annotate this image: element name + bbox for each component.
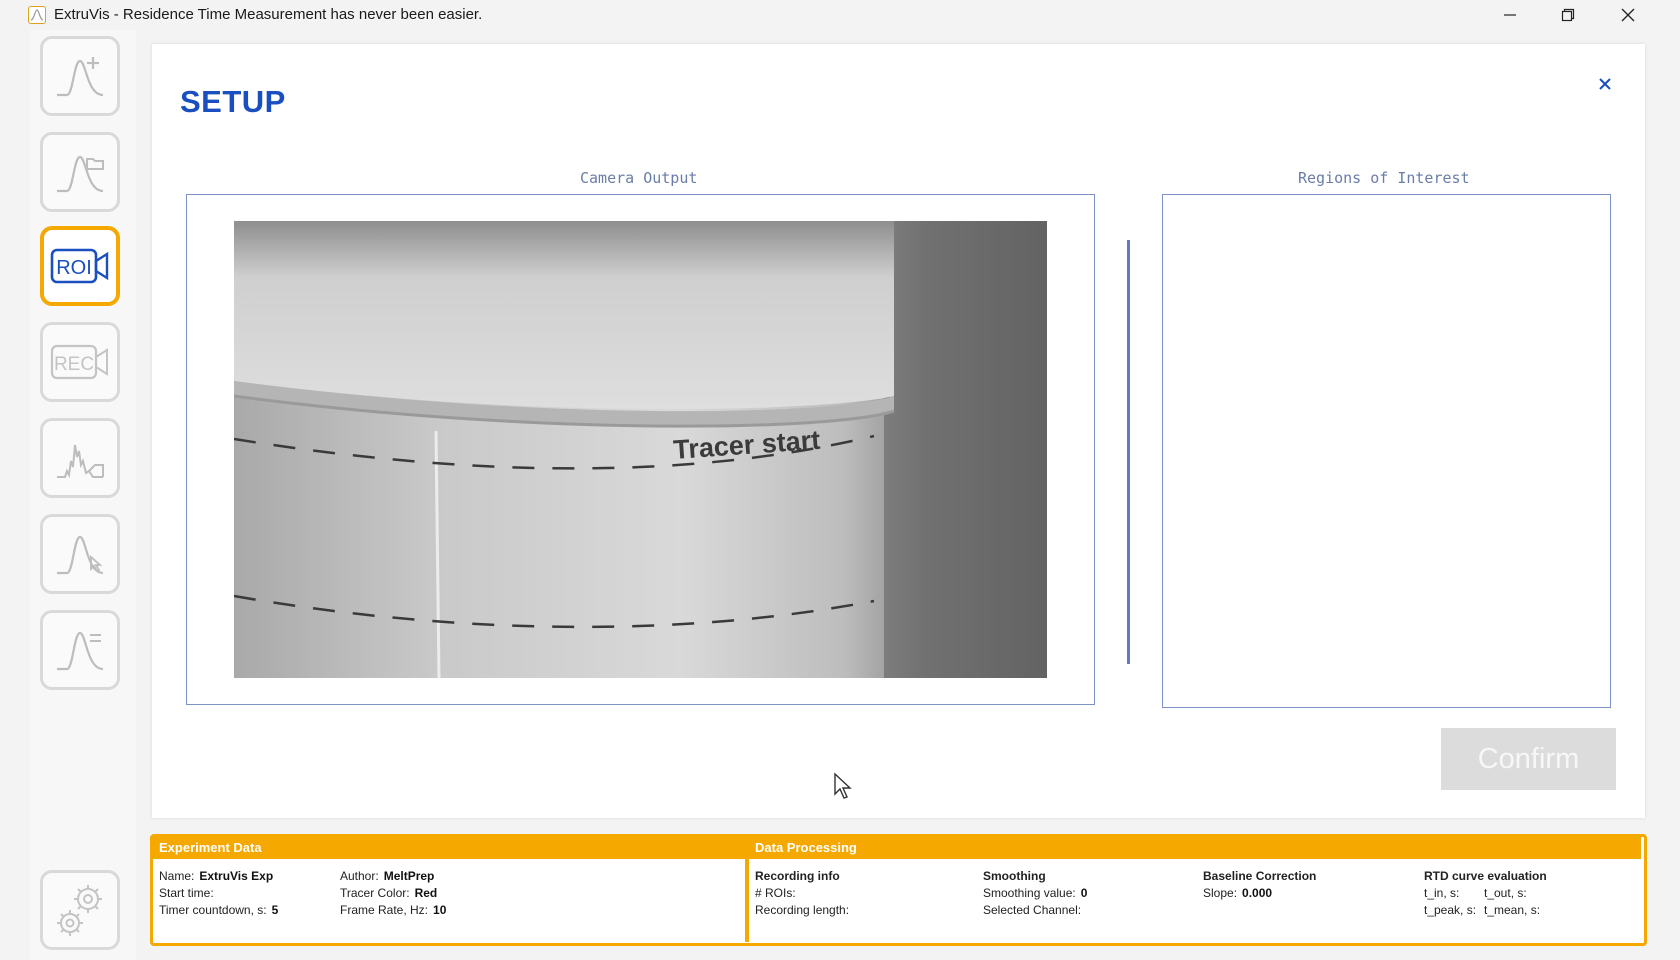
start-time-field: Start time: [159, 886, 214, 900]
close-icon [1599, 78, 1611, 90]
peak-evaluation-button[interactable] [40, 514, 120, 594]
noisy-curve-icon [57, 444, 104, 479]
experiment-data-panel: Experiment Data Name: ExtruVis Exp Start … [153, 837, 745, 942]
curve-cursor-icon [57, 535, 104, 575]
selected-channel-field: Selected Channel: [983, 903, 1082, 917]
close-window-button[interactable] [1600, 0, 1656, 30]
t-in-field: t_in, s: [1424, 886, 1460, 900]
rtd-evaluation-title: RTD curve evaluation [1424, 869, 1547, 883]
close-setup-button[interactable] [1595, 74, 1615, 94]
tracer-color-field: Tracer Color: Red [340, 886, 438, 900]
frame-rate-field: Frame Rate, Hz: 10 [340, 903, 447, 917]
confirm-button[interactable]: Confirm [1441, 728, 1616, 790]
roi-camera-icon: ROI [50, 248, 109, 284]
curve-folder-icon [57, 155, 104, 193]
curve-plus-icon [57, 57, 104, 97]
name-field: Name: ExtruVis Exp [159, 869, 274, 883]
roi-frame [1162, 194, 1611, 708]
data-processing-header: Data Processing [749, 837, 1641, 859]
camera-output-label: Camera Output [580, 169, 698, 187]
new-measurement-button[interactable] [40, 36, 120, 116]
smoothing-title: Smoothing [983, 869, 1046, 883]
rec-camera-icon: REC [50, 344, 108, 380]
curve-list-icon [57, 631, 104, 671]
author-field: Author: MeltPrep [340, 869, 435, 883]
restore-button[interactable] [1540, 0, 1596, 30]
t-mean-field: t_mean, s: [1484, 903, 1541, 917]
recording-info-title: Recording info [755, 869, 840, 883]
minimize-button[interactable] [1482, 0, 1538, 30]
page-title: SETUP [180, 84, 286, 119]
settings-button[interactable] [40, 870, 120, 950]
roi-button[interactable]: ROI [40, 226, 120, 306]
camera-feed[interactable]: Tracer start [234, 221, 1047, 678]
rec-button[interactable]: REC [40, 322, 120, 402]
mouse-cursor-icon [833, 772, 853, 805]
data-processing-panel: Data Processing Recording info # ROIs: R… [749, 837, 1641, 942]
window-title: ExtruVis - Residence Time Measurement ha… [54, 6, 483, 23]
roi-label: Regions of Interest [1298, 169, 1470, 187]
curve-results-button[interactable] [40, 610, 120, 690]
rec-icon-label: REC [54, 354, 94, 375]
roi-icon-label: ROI [56, 257, 92, 279]
timer-countdown-field: Timer countdown, s: 5 [159, 903, 279, 917]
processing-button[interactable] [40, 418, 120, 498]
recording-length-field: Recording length: [755, 903, 850, 917]
open-measurement-button[interactable] [40, 132, 120, 212]
gears-icon [57, 885, 102, 936]
slope-field: Slope: 0.000 [1203, 886, 1273, 900]
smoothing-value-field: Smoothing value: 0 [983, 886, 1088, 900]
baseline-correction-title: Baseline Correction [1203, 869, 1317, 883]
app-logo-icon [28, 6, 46, 24]
splitter[interactable] [1127, 240, 1130, 664]
t-peak-field: t_peak, s: [1424, 903, 1477, 917]
t-out-field: t_out, s: [1484, 886, 1527, 900]
experiment-data-header: Experiment Data [153, 837, 745, 859]
title-bar: ExtruVis - Residence Time Measurement ha… [0, 0, 1680, 30]
rois-count-field: # ROIs: [755, 886, 796, 900]
